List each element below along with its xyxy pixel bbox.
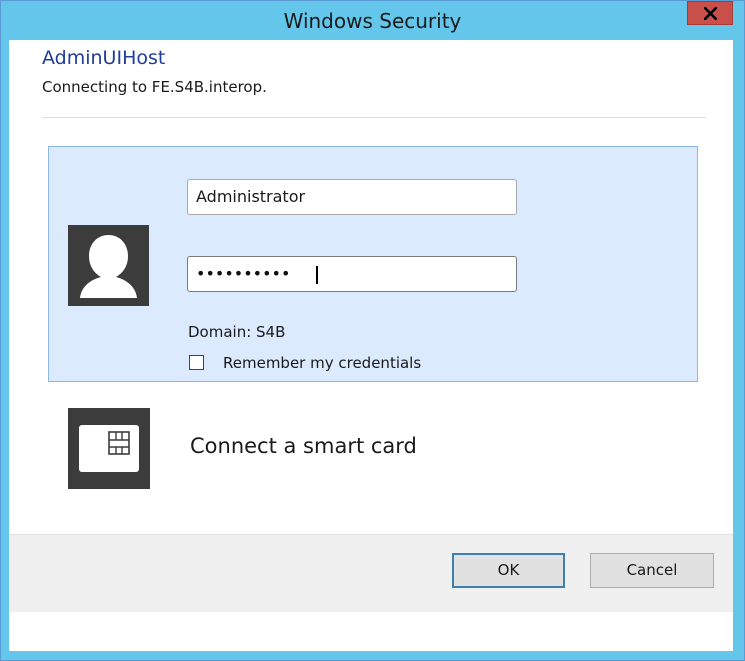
password-input[interactable]: •••••••••• xyxy=(187,256,517,292)
connection-subtitle: Connecting to FE.S4B.interop. xyxy=(42,78,267,96)
password-mask: •••••••••• xyxy=(196,264,291,283)
user-avatar-icon xyxy=(68,225,149,306)
remember-credentials-checkbox[interactable] xyxy=(189,355,204,370)
text-caret xyxy=(316,266,318,284)
domain-label: Domain: S4B xyxy=(188,323,286,341)
username-input[interactable]: Administrator xyxy=(187,179,517,215)
app-name: AdminUIHost xyxy=(42,47,166,69)
remember-credentials-label[interactable]: Remember my credentials xyxy=(223,354,421,372)
smart-card-icon[interactable] xyxy=(68,408,150,489)
ok-button[interactable]: OK xyxy=(452,553,565,588)
smart-card-option-label[interactable]: Connect a smart card xyxy=(190,434,417,458)
cancel-button[interactable]: Cancel xyxy=(590,553,714,588)
divider xyxy=(42,117,706,118)
username-value: Administrator xyxy=(196,187,306,206)
